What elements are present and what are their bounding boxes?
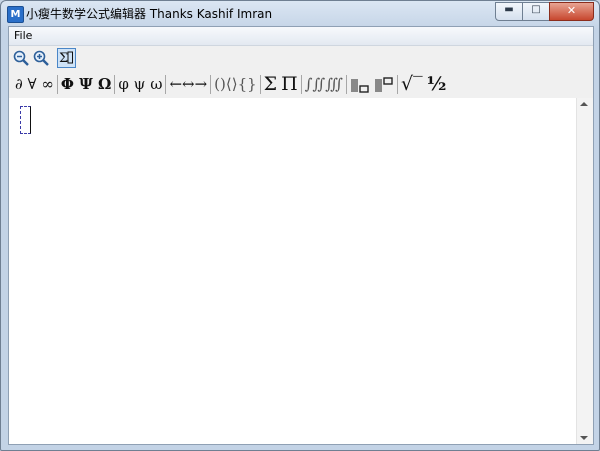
- sqrt-template-button[interactable]: √‾: [399, 73, 425, 95]
- zoom-out-icon: [13, 50, 29, 66]
- integrals-palette-button[interactable]: ∫∬∭: [303, 75, 345, 93]
- subscript-template-button[interactable]: [348, 75, 372, 93]
- scroll-up-icon[interactable]: [580, 102, 588, 106]
- superscript-template-button[interactable]: [372, 75, 396, 93]
- zoom-out-button[interactable]: [12, 48, 30, 67]
- window-title: 小瘦牛数学公式编辑器 Thanks Kashif Imran: [26, 7, 273, 21]
- separator: [346, 74, 348, 94]
- operators-palette-button[interactable]: ∂ ∀ ∞: [13, 75, 56, 93]
- close-icon: ✕: [566, 4, 577, 17]
- formula-editor[interactable]: [9, 98, 593, 444]
- subscript-icon: [351, 79, 369, 93]
- separator: [397, 74, 399, 94]
- brackets-palette-button[interactable]: ()⟨⟩{}: [212, 75, 259, 93]
- product-palette-button[interactable]: Π: [279, 73, 300, 95]
- vertical-scrollbar[interactable]: [576, 98, 593, 444]
- close-button[interactable]: ✕: [549, 2, 594, 21]
- menu-file[interactable]: File: [14, 29, 32, 42]
- empty-slot-placeholder[interactable]: [20, 106, 31, 134]
- greek-upper-palette-button[interactable]: Φ Ψ Ω: [59, 75, 114, 93]
- sum-palette-button[interactable]: Σ: [262, 73, 279, 95]
- minimize-button[interactable]: ▬: [495, 2, 523, 21]
- maximize-button[interactable]: □: [522, 2, 550, 21]
- scroll-down-icon[interactable]: [580, 436, 588, 440]
- fraction-template-button[interactable]: ½: [425, 73, 449, 95]
- arrows-palette-button[interactable]: ←↔→: [167, 75, 209, 93]
- client-area: File Σ ∂ ∀ ∞ Φ Ψ Ω φ ψ ω ←↔→ ()⟨⟩{} Σ Π …: [8, 26, 594, 445]
- maximize-icon: □: [531, 4, 541, 15]
- title-bar[interactable]: M 小瘦牛数学公式编辑器 Thanks Kashif Imran ▬ □ ✕: [1, 1, 599, 26]
- symbol-toolbar: ∂ ∀ ∞ Φ Ψ Ω φ ψ ω ←↔→ ()⟨⟩{} Σ Π ∫∬∭ √‾ …: [9, 71, 593, 97]
- menu-bar: File: [9, 27, 593, 46]
- sigma-box-icon: Σ: [59, 51, 73, 65]
- separator: [165, 74, 167, 94]
- app-icon[interactable]: M: [7, 6, 24, 23]
- app-window: M 小瘦牛数学公式编辑器 Thanks Kashif Imran ▬ □ ✕ F…: [0, 0, 600, 451]
- zoom-in-icon: [33, 50, 49, 66]
- separator: [300, 74, 302, 94]
- separator: [259, 74, 261, 94]
- caption-buttons: ▬ □ ✕: [495, 2, 594, 21]
- separator: [210, 74, 212, 94]
- sigma-glyph: Σ: [59, 51, 68, 65]
- greek-lower-palette-button[interactable]: φ ψ ω: [116, 75, 164, 93]
- separator: [114, 74, 116, 94]
- minimize-icon: ▬: [504, 4, 514, 15]
- formula-toggle-button[interactable]: Σ: [57, 48, 76, 68]
- zoom-in-button[interactable]: [32, 48, 50, 67]
- superscript-icon: [375, 77, 393, 92]
- zoom-toolbar: Σ: [9, 46, 593, 70]
- separator: [56, 74, 58, 94]
